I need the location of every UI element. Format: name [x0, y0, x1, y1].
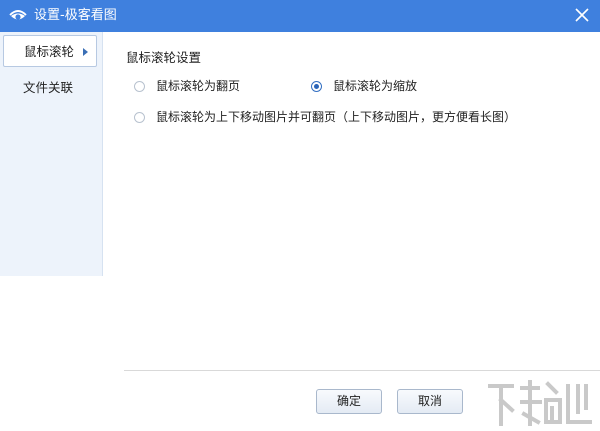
eye-icon: [8, 6, 28, 26]
close-icon: [575, 7, 589, 25]
sidebar-item-label: 鼠标滚轮: [24, 44, 75, 59]
window-title: 设置-极客看图: [34, 8, 117, 23]
option-wheel-move-and-page[interactable]: 鼠标滚轮为上下移动图片并可翻页（上下移动图片，更方便看长图）: [134, 110, 516, 124]
ok-button[interactable]: 确定: [316, 389, 382, 414]
section-title: 鼠标滚轮设置: [126, 50, 202, 65]
option-label: 鼠标滚轮为翻页: [156, 79, 241, 93]
radio-button[interactable]: [134, 111, 145, 123]
radio-button[interactable]: [311, 80, 322, 92]
chevron-right-icon: [83, 48, 88, 56]
option-wheel-page[interactable]: 鼠标滚轮为翻页: [134, 79, 240, 93]
footer-divider: [124, 370, 600, 371]
sidebar-item-file-association[interactable]: 文件关联: [3, 72, 97, 104]
option-label: 鼠标滚轮为上下移动图片并可翻页（上下移动图片，更方便看长图）: [156, 110, 517, 124]
option-label: 鼠标滚轮为缩放: [333, 79, 418, 93]
radio-button[interactable]: [134, 80, 145, 92]
close-button[interactable]: [568, 2, 596, 30]
title-bar[interactable]: 设置-极客看图: [0, 0, 600, 32]
cancel-button[interactable]: 取消: [397, 389, 463, 414]
sidebar: 鼠标滚轮 文件关联: [0, 32, 103, 276]
sidebar-item-label: 文件关联: [23, 80, 74, 95]
sidebar-item-mouse-wheel[interactable]: 鼠标滚轮: [3, 35, 97, 67]
xiazaiba-watermark-logo: [486, 378, 596, 428]
option-wheel-zoom[interactable]: 鼠标滚轮为缩放: [311, 79, 417, 93]
